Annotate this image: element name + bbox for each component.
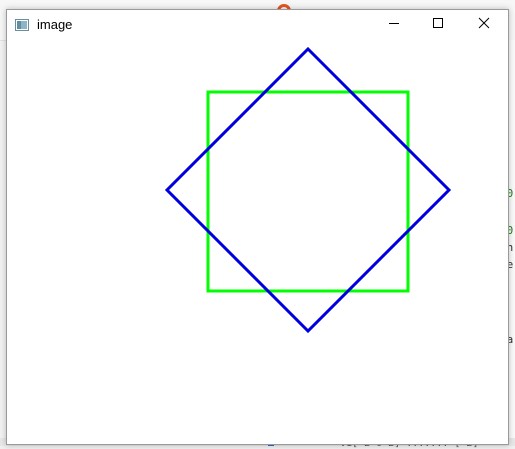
close-button[interactable] xyxy=(461,10,507,40)
minimize-icon xyxy=(388,16,400,34)
minimize-button[interactable] xyxy=(371,10,417,40)
title-bar[interactable]: image xyxy=(7,10,508,40)
app-window-icon xyxy=(15,18,29,31)
image-canvas xyxy=(7,40,508,444)
image-drawing xyxy=(164,46,452,334)
maximize-button[interactable] xyxy=(415,10,461,40)
close-icon xyxy=(478,16,490,34)
maximize-icon xyxy=(432,16,444,34)
window-title: image xyxy=(37,17,73,32)
image-window: image xyxy=(6,9,509,445)
